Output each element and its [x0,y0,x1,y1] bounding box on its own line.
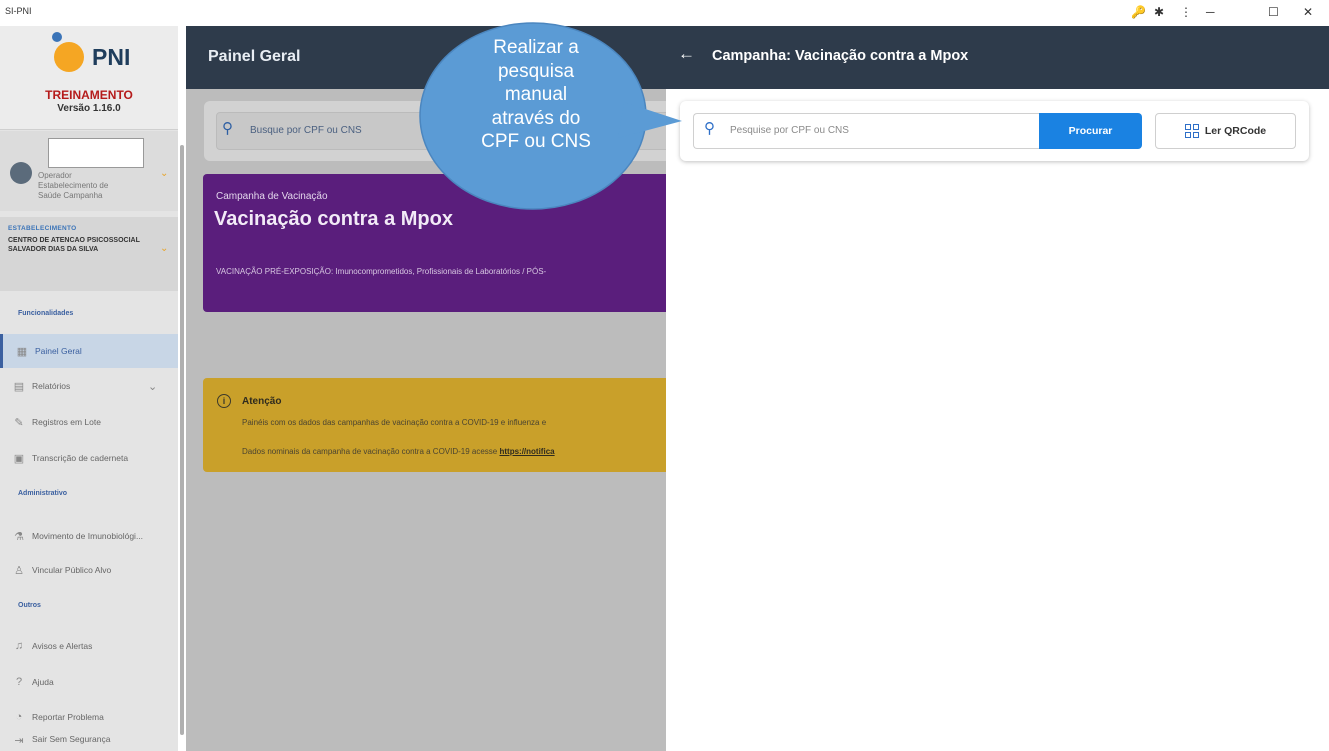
sidebar-item-painel-geral[interactable]: ▦ Painel Geral [0,334,178,368]
sidebar-item-label: Ajuda [32,677,54,687]
notifica-link[interactable]: https://notifica [499,447,554,456]
qrcode-icon [1184,124,1199,138]
sidebar-item-relatorios[interactable]: ▤ Relatórios ⌄ [0,369,178,403]
sidebar-item-label: Painel Geral [35,346,82,356]
logo-text: PNI [92,44,131,70]
sidebar-item-ajuda[interactable]: ? Ajuda [0,665,178,699]
sidebar-item-reportar[interactable]: ◔ Reportar Problema [0,700,178,734]
callout-line: através do [491,107,581,129]
report-icon: ◔ [15,711,23,723]
sidebar-item-label: Transcrição de caderneta [32,453,129,463]
attention-line-2-text: Dados nominais da campanha de vacinação … [242,447,500,456]
version-label: Versão 1.16.0 [57,103,121,114]
sidebar-item-registros-lote[interactable]: ✎ Registros em Lote [0,405,178,439]
info-icon: i [217,394,231,408]
section-administrativo: Administrativo [18,490,68,497]
attention-line-1: Painéis com os dados das campanhas de va… [242,418,547,427]
search-icon: ⚲ [222,120,233,137]
callout-text: Realizar a pesquisa manual através do CP… [436,36,636,154]
sidebar-item-label: Registros em Lote [32,417,101,427]
logo-area [0,26,178,130]
minimize-button[interactable]: ─ [1206,5,1215,19]
section-funcionalidades: Funcionalidades [18,310,74,317]
campaign-description: VACINAÇÃO PRÉ-EXPOSIÇÃO: Imunocomprometi… [216,267,547,276]
panel-title: Campanha: Vacinação contra a Mpox [712,48,969,64]
cpf-cns-search-placeholder: Pesquise por CPF ou CNS [730,125,849,136]
sidebar-item-label: Vincular Público Alvo [32,565,112,575]
environment-label: TREINAMENTO [45,88,133,102]
window-title: SI-PNI [5,6,32,16]
vaccine-icon: ⚗ [14,530,24,543]
sidebar-item-label: Reportar Problema [32,712,104,722]
extension-icon[interactable]: ✱ [1154,5,1164,19]
attention-title: Atenção [242,396,282,407]
reports-icon: ▤ [13,380,25,393]
sidebar-item-label: Movimento de Imunobiológi... [32,531,144,541]
callout-line: manual [504,84,568,105]
callout-line: Realizar a [493,37,579,58]
campaign-title: Vacinação contra a Mpox [214,208,453,230]
key-icon[interactable]: 🔑 [1131,5,1146,19]
campaign-kicker: Campanha de Vacinação [216,191,328,202]
menu-icon[interactable]: ⋮ [1180,5,1192,19]
establishment-name: CENTRO DE ATENCAO PSICOSSOCIAL SALVADOR … [8,237,140,253]
callout-line: pesquisa [497,60,575,82]
maximize-button[interactable]: ☐ [1268,5,1279,19]
person-icon: ♙ [14,564,24,577]
establishment-label: ESTABELECIMENTO [8,225,77,232]
attention-line-2: Dados nominais da campanha de vacinação … [242,447,555,456]
sidebar-scrollbar[interactable] [180,145,184,735]
sidebar-item-vincular[interactable]: ♙ Vincular Público Alvo [0,553,178,587]
sidebar-item-avisos[interactable]: ♫ Avisos e Alertas [0,629,178,663]
callout-line: CPF ou CNS [481,131,591,152]
relatorios-chevron-down-icon[interactable]: ⌄ [148,380,157,393]
syringe-icon: ✎ [14,416,24,429]
user-name-redacted [48,138,144,168]
establishment-chevron-down-icon[interactable]: ⌄ [160,243,168,254]
search-icon: ⚲ [704,120,715,137]
logo-badge-icon [50,30,64,44]
section-outros: Outros [18,602,41,609]
back-arrow-icon[interactable]: ← [678,44,695,64]
sidebar-item-transcricao[interactable]: ▣ Transcrição de caderneta [0,441,178,475]
document-icon: ▣ [13,452,25,465]
help-icon: ? [15,676,23,688]
procurar-button[interactable]: Procurar [1039,113,1142,149]
logout-icon: ⇥ [14,735,24,747]
window-title-bar [0,0,1329,26]
avatar [10,162,32,184]
dashboard-icon: ▦ [16,345,28,358]
user-chevron-down-icon[interactable]: ⌄ [160,168,168,179]
read-qrcode-label: Ler QRCode [1204,125,1267,137]
sidebar-item-label: Sair Sem Segurança [32,734,111,744]
sidebar-item-label: Relatórios [32,381,71,391]
sidebar-item-label: Avisos e Alertas [32,641,93,651]
sidebar-item-sair[interactable]: ⇥ Sair Sem Segurança [0,734,178,751]
pni-logo-icon [54,42,84,72]
bell-icon: ♫ [14,640,24,652]
user-role: Operador Estabelecimento de Saúde Campan… [38,171,109,200]
page-title: Painel Geral [208,48,301,65]
close-button[interactable]: ✕ [1303,5,1313,19]
main-search-placeholder: Busque por CPF ou CNS [250,125,362,136]
sidebar-item-movimento[interactable]: ⚗ Movimento de Imunobiológi... [0,519,178,553]
read-qrcode-button[interactable]: Ler QRCode [1155,113,1296,149]
